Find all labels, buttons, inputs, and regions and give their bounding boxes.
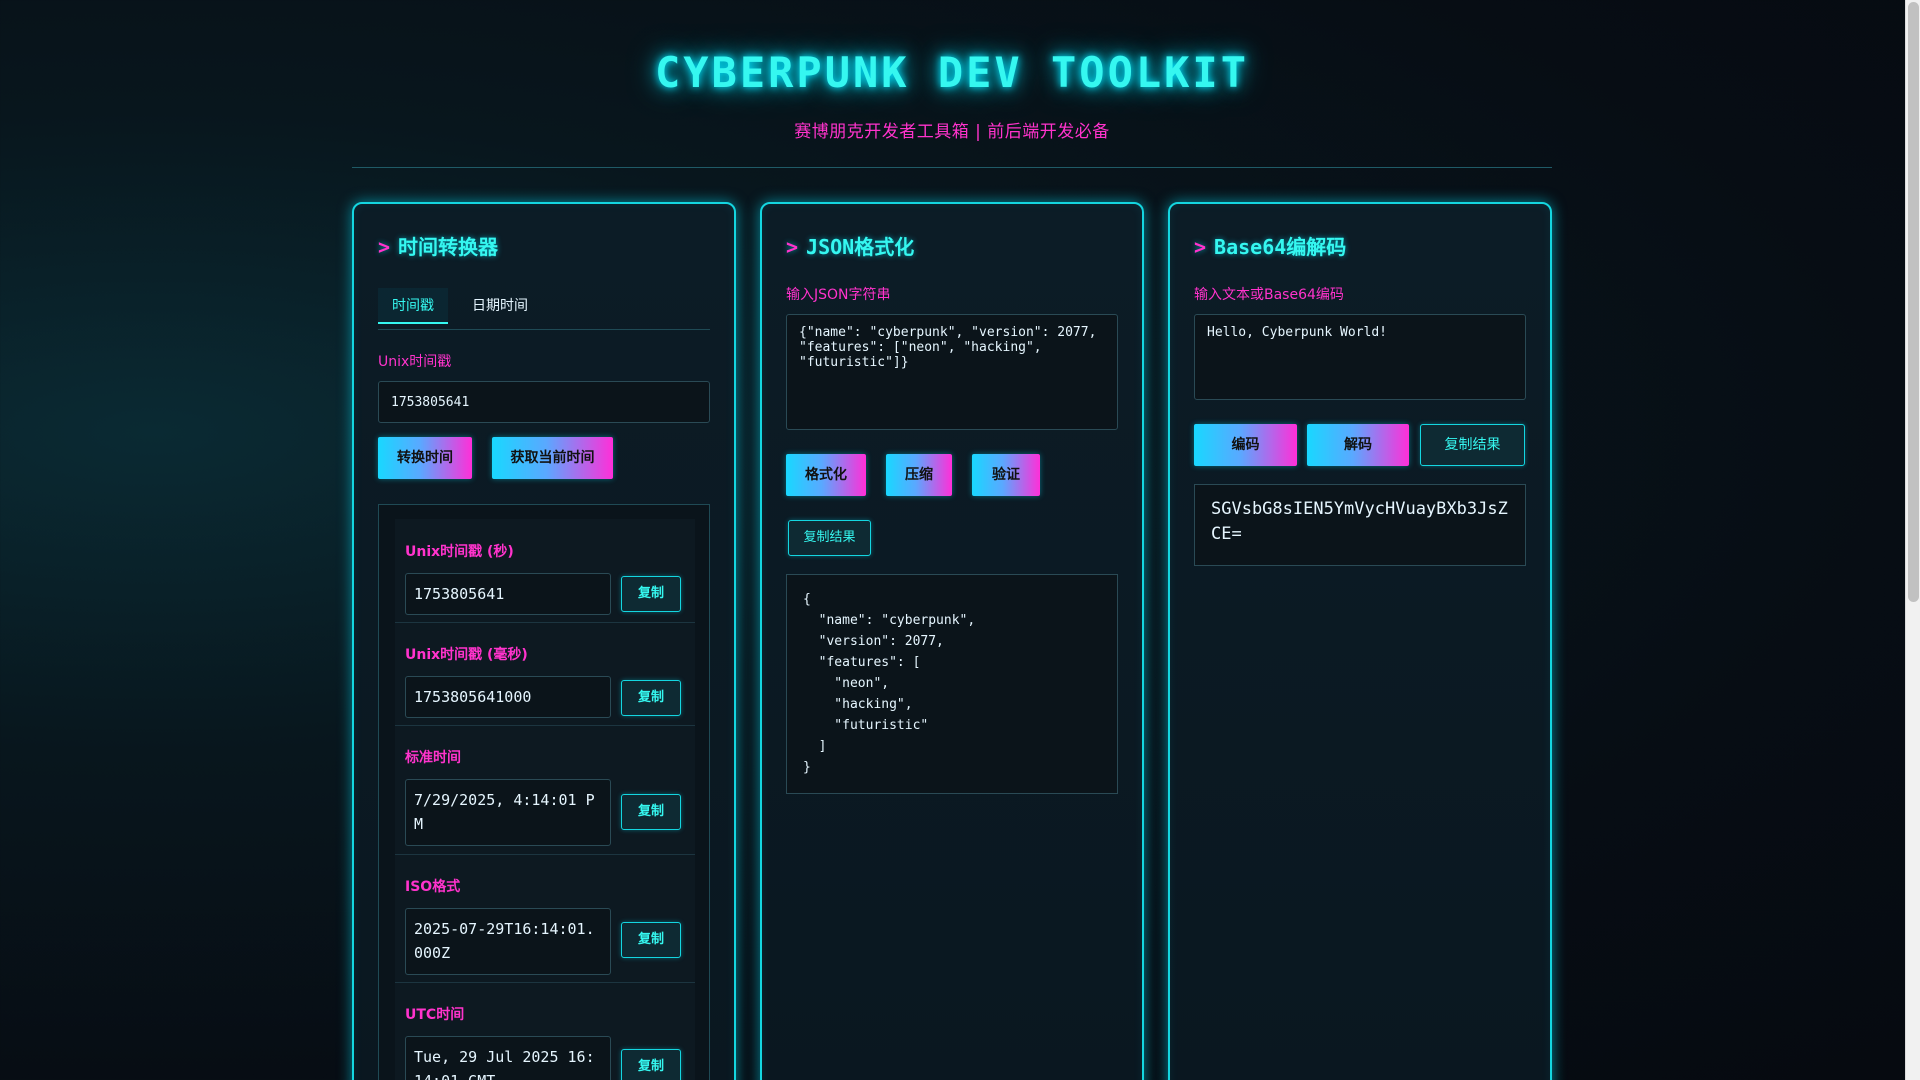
tab-timestamp[interactable]: 时间戳: [378, 288, 448, 324]
unix-timestamp-label: Unix时间戳: [378, 354, 452, 370]
page-scrollbar[interactable]: [1905, 0, 1920, 1080]
json-input-label: 输入JSON字符串: [786, 287, 891, 303]
copy-button[interactable]: 复制: [621, 680, 681, 716]
page-header: CYBERPUNK DEV TOOLKIT 赛博朋克开发者工具箱 | 前后端开发…: [352, 0, 1552, 168]
result-value: 1753805641: [405, 573, 611, 615]
prompt-arrow-icon: >: [1194, 235, 1207, 259]
scrollbar-thumb[interactable]: [1908, 2, 1919, 602]
time-results-panel: Unix时间戳 (秒) 1753805641 复制 Unix时间戳 (毫秒) 1…: [378, 504, 710, 1080]
base64-input-textarea[interactable]: Hello, Cyberpunk World!: [1194, 314, 1526, 400]
header-divider: [352, 167, 1552, 168]
result-value: Tue, 29 Jul 2025 16:14:01 GMT: [405, 1036, 611, 1080]
unix-timestamp-input[interactable]: [378, 381, 710, 423]
result-item-iso-format: ISO格式 2025-07-29T16:14:01.000Z 复制: [395, 855, 695, 983]
result-label: Unix时间戳 (秒): [405, 544, 514, 560]
json-input-textarea[interactable]: {"name": "cyberpunk", "version": 2077, "…: [786, 314, 1118, 430]
json-card-title-text: JSON格式化: [806, 235, 915, 259]
json-copy-result-button[interactable]: 复制结果: [788, 520, 871, 556]
encode-button[interactable]: 编码: [1194, 424, 1297, 466]
app-container: CYBERPUNK DEV TOOLKIT 赛博朋克开发者工具箱 | 前后端开发…: [352, 0, 1552, 1080]
base64-card-title-text: Base64编解码: [1214, 235, 1347, 259]
validate-button[interactable]: 验证: [972, 454, 1040, 496]
copy-button[interactable]: 复制: [621, 1049, 681, 1080]
result-label: UTC时间: [405, 1007, 465, 1023]
get-current-time-button[interactable]: 获取当前时间: [492, 437, 613, 479]
convert-time-button[interactable]: 转换时间: [378, 437, 472, 479]
time-tabs: 时间戳 日期时间: [378, 284, 710, 330]
result-value: 2025-07-29T16:14:01.000Z: [405, 908, 611, 975]
result-label: Unix时间戳 (毫秒): [405, 647, 528, 663]
base64-output: SGVsbG8sIEN5YmVycHVuayBXb3JsZCE=: [1194, 484, 1526, 566]
result-value: 1753805641000: [405, 676, 611, 718]
copy-button[interactable]: 复制: [621, 576, 681, 612]
copy-button[interactable]: 复制: [621, 794, 681, 830]
page-subtitle: 赛博朋克开发者工具箱 | 前后端开发必备: [794, 122, 1110, 142]
result-item-unix-seconds: Unix时间戳 (秒) 1753805641 复制: [395, 519, 695, 623]
decode-button[interactable]: 解码: [1307, 424, 1409, 466]
prompt-arrow-icon: >: [786, 235, 799, 259]
result-item-utc-time: UTC时间 Tue, 29 Jul 2025 16:14:01 GMT 复制: [395, 983, 695, 1080]
json-output: { "name": "cyberpunk", "version": 2077, …: [786, 574, 1118, 794]
base64-copy-result-button[interactable]: 复制结果: [1420, 424, 1525, 466]
result-label: ISO格式: [405, 879, 461, 895]
base64-input-label: 输入文本或Base64编码: [1194, 287, 1344, 303]
json-card-title: > JSON格式化: [786, 231, 1118, 260]
copy-button[interactable]: 复制: [621, 922, 681, 958]
base64-card-title: > Base64编解码: [1194, 231, 1526, 260]
page-title: CYBERPUNK DEV TOOLKIT: [654, 48, 1249, 97]
time-card-title: > 时间转换器: [378, 231, 710, 260]
result-value: 7/29/2025, 4:14:01 PM: [405, 779, 611, 846]
time-card-title-text: 时间转换器: [398, 235, 499, 259]
tab-datetime[interactable]: 日期时间: [458, 288, 542, 324]
prompt-arrow-icon: >: [378, 235, 391, 259]
json-formatter-card: > JSON格式化 输入JSON字符串 {"name": "cyberpunk",…: [760, 202, 1144, 1080]
base64-card: > Base64编解码 输入文本或Base64编码 Hello, Cyberpun…: [1168, 202, 1552, 1080]
result-label: 标准时间: [405, 750, 461, 766]
format-button[interactable]: 格式化: [786, 454, 866, 496]
time-converter-card: > 时间转换器 时间戳 日期时间 Unix时间戳 转换时间 获取当前时间 Unix…: [352, 202, 736, 1080]
result-item-unix-milliseconds: Unix时间戳 (毫秒) 1753805641000 复制: [395, 623, 695, 726]
result-item-standard-time: 标准时间 7/29/2025, 4:14:01 PM 复制: [395, 726, 695, 855]
compress-button[interactable]: 压缩: [886, 454, 952, 496]
